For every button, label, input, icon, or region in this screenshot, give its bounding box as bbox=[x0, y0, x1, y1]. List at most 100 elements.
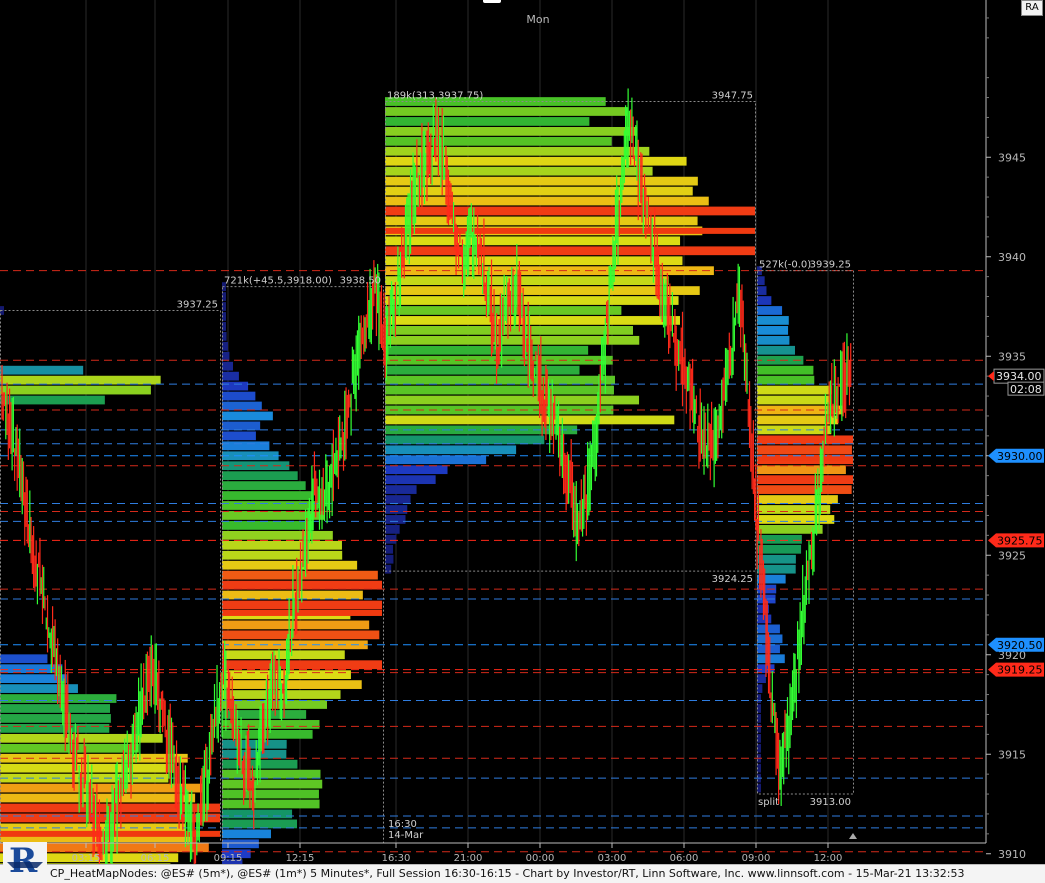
profile-bar bbox=[385, 256, 683, 266]
profile-bar bbox=[222, 560, 358, 570]
profile-bar bbox=[222, 491, 313, 500]
profile-bar bbox=[757, 564, 796, 574]
profile-bar bbox=[757, 544, 802, 554]
profile-bar bbox=[757, 365, 814, 375]
profile-bar bbox=[222, 501, 319, 510]
profile-bar bbox=[757, 654, 785, 664]
profile-bar bbox=[385, 365, 580, 375]
profile-bar bbox=[0, 375, 161, 385]
profile-bar bbox=[385, 465, 448, 475]
profile-bar bbox=[0, 793, 196, 803]
ra-button[interactable]: RA bbox=[1021, 0, 1043, 16]
profile-bar bbox=[0, 724, 110, 733]
profile-bar bbox=[385, 564, 392, 574]
profile-bar bbox=[757, 714, 761, 723]
profile-bar bbox=[0, 385, 151, 395]
profile-low-label: 3913.00 bbox=[810, 797, 851, 808]
profile-bar bbox=[385, 206, 755, 216]
profile-bar bbox=[222, 739, 287, 749]
profile-bar bbox=[757, 435, 853, 445]
profile-high-label: 3939.25 bbox=[810, 260, 851, 271]
profile-bar bbox=[0, 365, 84, 375]
profile-bar bbox=[222, 441, 270, 451]
profile-bar bbox=[757, 276, 765, 286]
profile-bar bbox=[757, 316, 789, 325]
profile-bar bbox=[385, 286, 700, 295]
profile-bar bbox=[385, 316, 680, 325]
price-level-tag: 3930.00 bbox=[988, 448, 1044, 463]
profile-bar bbox=[757, 296, 772, 305]
profile-bar bbox=[385, 455, 487, 465]
profile-bar bbox=[385, 485, 417, 494]
chart-tab-handle[interactable] bbox=[483, 0, 501, 3]
x-tick-label: 03:15 bbox=[72, 853, 101, 864]
profile-bar bbox=[222, 351, 230, 361]
profile-bar bbox=[222, 322, 226, 331]
profile-bar bbox=[385, 296, 679, 305]
profile-bar bbox=[222, 680, 362, 689]
profile-bar bbox=[385, 107, 628, 116]
profile-bar bbox=[385, 196, 709, 206]
profile-high-label: 3938.50 bbox=[340, 276, 381, 287]
profile-bar bbox=[222, 809, 293, 819]
x-tick-label: 12:00 bbox=[814, 853, 843, 864]
countdown-label: 02:08 bbox=[1010, 383, 1042, 396]
poc-bar bbox=[385, 227, 755, 234]
profile-volume-label: 189k(313,3937.75) bbox=[387, 91, 483, 102]
profile-bar bbox=[385, 395, 640, 405]
profile-bar bbox=[0, 395, 105, 405]
profile-bar bbox=[0, 714, 111, 723]
x-tick-label: 12:15 bbox=[286, 853, 315, 864]
profile-volume-label: 527k(-0.0) bbox=[759, 260, 811, 271]
profile-bar bbox=[222, 391, 256, 401]
profile-bar bbox=[0, 763, 175, 773]
price-level-label: 3920.50 bbox=[997, 639, 1043, 652]
profile-bar bbox=[757, 475, 853, 485]
profile-bar bbox=[385, 525, 400, 534]
profile-bar bbox=[757, 465, 846, 475]
profile-bar bbox=[222, 371, 239, 381]
x-tick-label: 00:00 bbox=[526, 853, 555, 864]
profile-bar bbox=[222, 799, 320, 809]
chart-canvas: 391039153920392539303935394039453934.000… bbox=[0, 0, 1045, 864]
profile-bar bbox=[757, 445, 852, 455]
profile-bar bbox=[757, 335, 790, 345]
y-tick-label: 3910 bbox=[998, 848, 1026, 861]
profile-bar bbox=[222, 630, 380, 640]
profile-bar bbox=[222, 431, 256, 441]
price-level-label: 3919.25 bbox=[997, 664, 1043, 677]
profile-bar bbox=[222, 411, 273, 421]
x-tick-label: 09:15 bbox=[214, 853, 243, 864]
profile-bar bbox=[385, 534, 397, 544]
profile-bar bbox=[385, 136, 612, 146]
profile-bar bbox=[385, 544, 394, 554]
profile-bar bbox=[222, 481, 306, 490]
investor-rt-logo: R bbox=[3, 842, 47, 880]
profile-bar bbox=[222, 471, 298, 481]
price-level-tag: 3925.75 bbox=[988, 533, 1044, 548]
profile-bar bbox=[385, 236, 681, 246]
profile-bar bbox=[222, 361, 234, 371]
logo-letter-icon: R bbox=[9, 842, 38, 880]
profile-bar bbox=[757, 614, 772, 624]
poc-bar bbox=[222, 609, 382, 616]
profile-bar bbox=[385, 515, 406, 524]
last-price-label: 3934.00 bbox=[996, 370, 1042, 383]
profile-bar bbox=[222, 521, 313, 530]
profile-bar bbox=[222, 530, 333, 540]
profile-volume-label: 721k(+45.5,3918.00) bbox=[224, 276, 332, 287]
x-tick-label: 21:00 bbox=[454, 853, 483, 864]
profile-bar bbox=[757, 554, 796, 564]
profile-bar bbox=[385, 415, 675, 425]
x-tick-label: 09:00 bbox=[742, 853, 771, 864]
profile-bar bbox=[222, 819, 298, 829]
profile-bar bbox=[385, 385, 614, 395]
x-tick-label: 06:15 bbox=[141, 853, 170, 864]
y-tick-label: 3925 bbox=[998, 549, 1026, 562]
profile-split-label: split bbox=[758, 797, 779, 808]
y-tick-label: 3935 bbox=[998, 350, 1026, 363]
price-level-label: 3925.75 bbox=[997, 534, 1043, 547]
footer-caption: CP_HeatMapNodes: @ES# (5m*), @ES# (1m*) … bbox=[50, 867, 965, 880]
status-footer: CP_HeatMapNodes: @ES# (5m*), @ES# (1m*) … bbox=[0, 864, 1045, 883]
profile-bar bbox=[222, 401, 262, 411]
